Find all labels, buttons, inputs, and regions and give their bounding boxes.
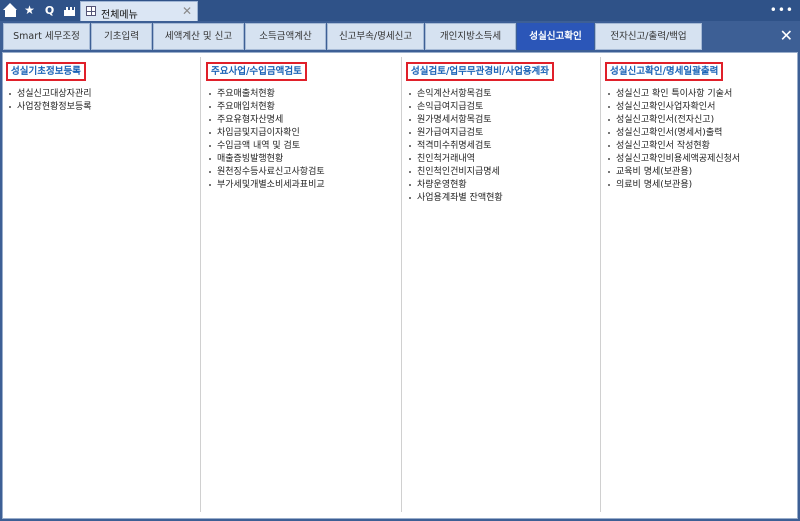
menu-column-main-business: 주요사업/수입금액검토 주요매출처현황 주요매입처현황 주요유형자산명세 차입금…	[206, 53, 396, 518]
all-menu-tab[interactable]: 전체메뉴 ✕	[80, 1, 198, 21]
tab-local-income-tax[interactable]: 개인지방소득세	[425, 23, 516, 50]
column-heading[interactable]: 성실신고확인/명세일괄출력	[605, 62, 724, 81]
menu-column-faithful-review: 성실검토/업무무관경비/사업용계좌 손익계산서항목검토 손익급여지급검토 원가명…	[406, 53, 598, 518]
title-bar: ★ Q 전체메뉴 ✕ •••	[0, 0, 800, 21]
menu-panel: 성실기초정보등록 성실신고대상자관리 사업장현황정보등록 주요사업/수입금액검토…	[2, 52, 798, 519]
menu-item[interactable]: 성실신고대상자관리	[8, 88, 92, 101]
tab-basic-input[interactable]: 기초입력	[91, 23, 152, 50]
menu-column-basic-info: 성실기초정보등록 성실신고대상자관리 사업장현황정보등록	[6, 53, 196, 518]
menu-list: 손익계산서항목검토 손익급여지급검토 원가명세서항목검토 원가급여지급검토 적격…	[408, 88, 503, 205]
menu-item[interactable]: 친인척거래내역	[408, 153, 503, 166]
menu-item[interactable]: 의료비 명세(보관용)	[607, 179, 740, 192]
menu-item[interactable]: 성실신고확인서(명세서)출력	[607, 127, 740, 140]
menu-item[interactable]: 사업용계좌별 잔액현황	[408, 192, 503, 205]
menu-item[interactable]: 사업장현황정보등록	[8, 101, 92, 114]
menu-item[interactable]: 교육비 명세(보관용)	[607, 166, 740, 179]
menu-item[interactable]: 원가급여지급검토	[408, 127, 503, 140]
menu-item[interactable]: 성실신고확인비용세액공제신청서	[607, 153, 740, 166]
category-tab-bar: Smart 세무조정 기초입력 세액계산 및 신고 소득금액계산 신고부속/명세…	[0, 21, 800, 52]
menu-list: 성실신고 확인 특이사항 기술서 성실신고확인사업자확인서 성실신고확인서(전자…	[607, 88, 740, 192]
all-menu-tab-label: 전체메뉴	[101, 10, 138, 21]
menu-column-faithful-confirm: 성실신고확인/명세일괄출력 성실신고 확인 특이사항 기술서 성실신고확인사업자…	[605, 53, 795, 518]
menu-item[interactable]: 매출증빙발행현황	[208, 153, 325, 166]
tab-tax-calculation[interactable]: 세액계산 및 신고	[153, 23, 244, 50]
menu-list: 성실신고대상자관리 사업장현황정보등록	[8, 88, 92, 114]
menu-item[interactable]: 적격미수취명세검토	[408, 140, 503, 153]
tab-e-filing-print-backup[interactable]: 전자신고/출력/백업	[595, 23, 702, 50]
menu-item[interactable]: 성실신고확인서(전자신고)	[607, 114, 740, 127]
clapperboard-icon[interactable]	[62, 3, 77, 18]
star-icon[interactable]: ★	[22, 3, 37, 18]
search-q-icon[interactable]: Q	[42, 3, 57, 18]
menu-item[interactable]: 차량운영현황	[408, 179, 503, 192]
menu-item[interactable]: 주요매입처현황	[208, 101, 325, 114]
menu-item[interactable]: 손익급여지급검토	[408, 101, 503, 114]
menu-item[interactable]: 손익계산서항목검토	[408, 88, 503, 101]
column-heading[interactable]: 성실기초정보등록	[6, 62, 86, 81]
column-heading[interactable]: 주요사업/수입금액검토	[206, 62, 307, 81]
close-tab-icon[interactable]: ✕	[182, 4, 192, 18]
menu-item[interactable]: 차입금및지급이자확인	[208, 127, 325, 140]
menu-item[interactable]: 성실신고 확인 특이사항 기술서	[607, 88, 740, 101]
menu-item[interactable]: 원가명세서항목검토	[408, 114, 503, 127]
column-heading[interactable]: 성실검토/업무무관경비/사업용계좌	[406, 62, 555, 81]
menu-item[interactable]: 주요매출처현황	[208, 88, 325, 101]
column-divider	[200, 57, 201, 512]
menu-item[interactable]: 주요유형자산명세	[208, 114, 325, 127]
menu-item[interactable]: 원천징수등사료신고사항검토	[208, 166, 325, 179]
home-icon[interactable]	[3, 3, 18, 18]
menu-item[interactable]: 성실신고확인서 작성현황	[607, 140, 740, 153]
menu-list: 주요매출처현황 주요매입처현황 주요유형자산명세 차입금및지급이자확인 수입금액…	[208, 88, 325, 192]
menu-item[interactable]: 수입금액 내역 및 검토	[208, 140, 325, 153]
tab-smart-tax-adjustment[interactable]: Smart 세무조정	[3, 23, 90, 50]
tab-income-calculation[interactable]: 소득금액계산	[245, 23, 326, 50]
grid-icon	[86, 6, 96, 16]
tab-faithful-report[interactable]: 성실신고확인	[517, 23, 594, 50]
column-divider	[401, 57, 402, 512]
more-icon[interactable]: •••	[770, 3, 794, 17]
column-divider	[600, 57, 601, 512]
close-icon[interactable]: ✕	[780, 27, 793, 45]
menu-item[interactable]: 성실신고확인사업자확인서	[607, 101, 740, 114]
menu-item[interactable]: 친인척인건비지급명세	[408, 166, 503, 179]
menu-item[interactable]: 부가세및개별소비세과표비교	[208, 179, 325, 192]
tab-attached-statements[interactable]: 신고부속/명세신고	[327, 23, 424, 50]
